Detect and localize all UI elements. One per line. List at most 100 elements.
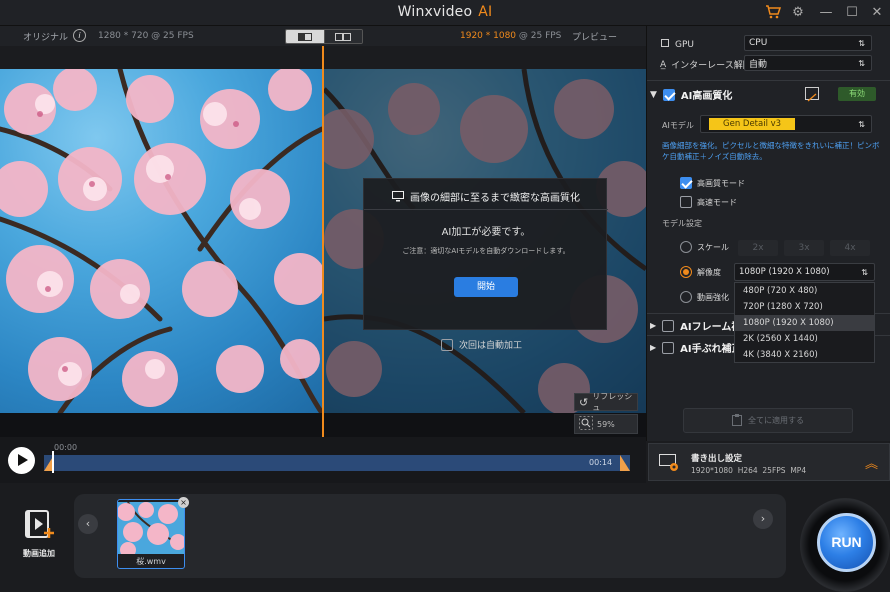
export-details: 1920*1080 H264 25FPS MP4 xyxy=(691,466,807,475)
resolution-select[interactable]: 1080P (1920 X 1080) ⇅ xyxy=(734,263,875,281)
export-settings[interactable]: 書き出し設定 1920*1080 H264 25FPS MP4 ︽ xyxy=(648,443,890,481)
time-start: 00:00 xyxy=(54,443,78,452)
video-thumbnail[interactable]: 桜.wmv xyxy=(117,499,185,569)
hq-mode-row[interactable]: 高画質モード xyxy=(680,177,745,189)
hq-mode-checkbox[interactable] xyxy=(680,177,692,189)
dialog-title-text: 画像の細部に至るまで緻密な高画質化 xyxy=(410,193,580,204)
resolution-row[interactable]: 解像度 xyxy=(680,266,721,278)
thumbnail-name: 桜.wmv xyxy=(136,557,166,566)
chevron-up-icon[interactable]: ︽ xyxy=(865,453,878,472)
ai-process-dialog: 画像の細部に至るまで緻密な高画質化 AI加工が必要です。 ご注意：適切なAIモデ… xyxy=(363,178,608,330)
resolution-option-selected[interactable]: 1080P (1920 X 1080) xyxy=(735,315,874,331)
ai-model-description: 画像細部を強化。ピクセルと微細な特徴をきれいに補正！ピンボケ自動補正＋ノイズ自動… xyxy=(662,141,880,161)
info-icon[interactable]: i xyxy=(73,29,86,42)
refresh-label: リフレッシュ xyxy=(592,392,633,412)
scroll-left-button[interactable]: ‹ xyxy=(78,514,98,534)
scale-radio[interactable] xyxy=(680,241,692,253)
refresh-button[interactable]: ↺ リフレッシュ xyxy=(574,392,638,412)
ai-model-select[interactable]: Gen Detail v3 ⇅ xyxy=(700,115,872,133)
ai-enhance-header[interactable]: ▼ AI高画質化 xyxy=(650,87,732,102)
scale-label: スケール xyxy=(697,242,729,252)
export-settings-icon xyxy=(659,452,679,476)
compare-icon[interactable] xyxy=(805,87,819,102)
stabilize-checkbox[interactable] xyxy=(662,341,675,354)
dialog-message: AI加工が必要です。 xyxy=(441,227,531,238)
stabilize-header[interactable]: ▶ AI手ぶれ補正 xyxy=(650,340,742,355)
enabled-badge: 有効 xyxy=(838,87,876,101)
clipboard-icon xyxy=(732,413,742,428)
app-title: Winxvideo AI xyxy=(0,4,890,20)
updown-icon: ⇅ xyxy=(858,119,865,129)
cherry-blossom-image xyxy=(0,69,322,413)
zoom-control[interactable]: 59% xyxy=(574,414,638,434)
caret-down-icon: ▼ xyxy=(650,89,657,100)
resolution-option[interactable]: 480P (720 X 480) xyxy=(735,283,874,299)
separator xyxy=(647,80,890,81)
video-enhance-label: 動画強化 xyxy=(697,292,729,302)
original-video-pane xyxy=(0,69,322,413)
run-button[interactable]: RUN xyxy=(817,513,876,572)
time-end: 00:14 xyxy=(589,458,613,467)
scale-3x[interactable]: 3x xyxy=(784,240,824,256)
resolution-radio[interactable] xyxy=(680,266,692,278)
caret-right-icon: ▶ xyxy=(650,343,657,352)
maximize-icon[interactable]: ☐ xyxy=(843,4,861,22)
minimize-icon[interactable]: — xyxy=(817,4,835,22)
add-video-button[interactable]: 動画追加 xyxy=(16,508,62,558)
close-icon[interactable]: ✕ xyxy=(868,4,886,22)
ai-model-label: AIモデル xyxy=(662,121,694,130)
refresh-icon: ↺ xyxy=(579,395,589,409)
dialog-title: 画像の細部に至るまで緻密な高画質化 xyxy=(364,189,608,205)
auto-process-label: 次回は自動加工 xyxy=(459,341,523,351)
playhead[interactable] xyxy=(52,451,54,473)
chip-icon xyxy=(660,38,670,51)
zoom-level: 59% xyxy=(597,419,615,429)
frame-interp-title: AIフレーム補 xyxy=(680,322,742,333)
app-name: Winxvideo xyxy=(397,4,473,20)
gear-icon[interactable]: ⚙ xyxy=(789,4,807,22)
frame-interp-header[interactable]: ▶ AIフレーム補 xyxy=(650,318,741,333)
dialog-divider xyxy=(364,209,608,210)
deinterlace-icon: A̲ xyxy=(660,59,667,70)
cart-icon[interactable] xyxy=(764,4,782,22)
fast-mode-row[interactable]: 高速モード xyxy=(680,196,737,208)
gpu-label: GPU xyxy=(675,39,694,50)
resolution-option[interactable]: 4K (3840 X 2160) xyxy=(735,347,874,363)
dialog-note: ご注意：適切なAIモデルを自動ダウンロードします。 xyxy=(402,247,570,255)
add-video-icon xyxy=(25,510,54,538)
preview-resolution: 1920 * 1080 xyxy=(460,31,517,41)
play-button[interactable] xyxy=(8,447,35,474)
start-button[interactable]: 開始 xyxy=(454,277,518,297)
ai-enhance-checkbox[interactable] xyxy=(662,88,675,101)
deinterlace-row: A̲ インターレース解除 xyxy=(660,58,752,72)
monitor-icon xyxy=(392,191,404,205)
caret-right-icon: ▶ xyxy=(650,321,657,330)
video-enhance-row[interactable]: 動画強化 xyxy=(680,291,729,303)
deinterlace-label: インターレース解除 xyxy=(671,61,752,71)
resolution-label: 解像度 xyxy=(697,267,721,277)
deinterlace-select[interactable]: 自動 ⇅ xyxy=(744,55,872,71)
apply-all-button[interactable]: 全てに適用する xyxy=(683,408,853,433)
export-title: 書き出し設定 xyxy=(691,454,743,464)
side-by-side-icon[interactable] xyxy=(323,30,362,43)
ai-model-value: Gen Detail v3 xyxy=(709,118,796,130)
frame-interp-checkbox[interactable] xyxy=(662,319,675,332)
auto-process-row[interactable]: 次回は自動加工 xyxy=(441,338,522,351)
split-view-icon[interactable] xyxy=(286,30,324,43)
resolution-option[interactable]: 720P (1280 X 720) xyxy=(735,299,874,315)
scale-4x[interactable]: 4x xyxy=(830,240,870,256)
deinterlace-select-value: 自動 xyxy=(749,59,768,70)
fast-mode-checkbox[interactable] xyxy=(680,196,692,208)
split-divider[interactable] xyxy=(322,46,324,437)
scroll-right-button[interactable]: › xyxy=(753,509,773,529)
auto-process-checkbox[interactable] xyxy=(441,338,453,351)
timeline-track[interactable] xyxy=(44,455,630,471)
resolution-option[interactable]: 2K (2560 X 1440) xyxy=(735,331,874,347)
video-enhance-radio[interactable] xyxy=(680,291,692,303)
gpu-select[interactable]: CPU ⇅ xyxy=(744,35,872,51)
remove-video-icon[interactable]: × xyxy=(178,497,189,508)
scale-row[interactable]: スケール xyxy=(680,241,729,253)
resolution-dropdown: 480P (720 X 480) 720P (1280 X 720) 1080P… xyxy=(734,282,875,363)
scale-2x[interactable]: 2x xyxy=(738,240,778,256)
hq-mode-label: 高画質モード xyxy=(697,178,745,188)
